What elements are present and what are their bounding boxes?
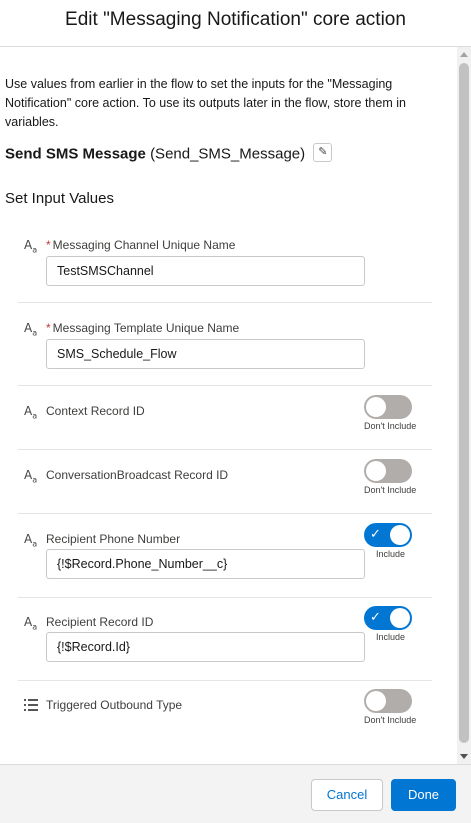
input-row-channel: Aa * Messaging Channel Unique Name TestSM… [0,227,432,303]
text-type-icon: Aa [24,321,38,338]
action-label: Send SMS Message [5,145,146,163]
text-type-icon: Aa [24,468,38,485]
action-title: Send SMS Message (Send_SMS_Message) ✎ [5,143,333,164]
toggle-caption: Include [376,632,406,642]
scrollbar-thumb[interactable] [459,63,469,743]
toggle-knob [366,691,386,711]
toggle-knob [366,397,386,417]
field-label: Triggered Outbound Type [46,698,183,712]
input-row-context-record: Aa Context Record ID Don't Include [0,386,432,450]
action-api-name: (Send_SMS_Message) [150,145,306,163]
check-icon: ✓ [370,527,381,542]
field-label: * Messaging Template Unique Name [46,321,240,335]
input-row-outbound-type: Triggered Outbound Type Don't Include [0,681,432,745]
field-label: ConversationBroadcast Record ID [46,468,229,482]
text-type-icon: Aa [24,615,38,632]
text-type-icon: Aa [24,404,38,421]
modal-body: Use values from earlier in the flow to s… [0,47,471,764]
scroll-up-icon[interactable] [460,52,468,57]
done-button[interactable]: Done [391,779,456,811]
input-row-template: Aa * Messaging Template Unique Name SMS_S… [0,303,432,386]
intro-text: Use values from earlier in the flow to s… [5,77,406,129]
include-toggle[interactable] [364,689,412,713]
cancel-button[interactable]: Cancel [311,779,383,811]
toggle-knob [390,525,410,545]
include-toggle[interactable]: ✓ [364,523,412,547]
list-icon [24,699,38,711]
required-marker: * [46,238,51,252]
include-toggle[interactable]: ✓ [364,606,412,630]
toggle-knob [366,461,386,481]
edit-label-button[interactable]: ✎ [313,143,333,162]
toggle-caption: Include [376,549,406,559]
modal-header: Edit "Messaging Notification" core actio… [0,0,471,47]
field-label: * Messaging Channel Unique Name [46,238,236,252]
vertical-scrollbar[interactable] [457,47,471,764]
toggle-caption: Don't Include [364,715,417,725]
recipient-record-input[interactable]: {!$Record.Id} [46,632,365,662]
input-row-broadcast-record: Aa ConversationBroadcast Record ID Don't… [0,450,432,514]
template-name-input[interactable]: SMS_Schedule_Flow [46,339,365,369]
toggle-caption: Don't Include [364,421,417,431]
pencil-icon: ✎ [318,146,328,158]
field-label: Context Record ID [46,404,145,418]
input-row-recipient-phone: Aa Recipient Phone Number ✓ Include {!$R… [0,514,432,598]
include-toggle[interactable] [364,395,412,419]
required-marker: * [46,321,51,335]
section-title: Set Input Values [5,190,114,207]
channel-name-input[interactable]: TestSMSChannel [46,256,365,286]
text-type-icon: Aa [24,238,38,255]
modal-footer: Cancel Done [0,764,471,823]
scroll-down-icon[interactable] [460,754,468,759]
include-toggle[interactable] [364,459,412,483]
toggle-knob [390,608,410,628]
text-type-icon: Aa [24,532,38,549]
input-row-recipient-record: Aa Recipient Record ID ✓ Include {!$Reco… [0,598,432,681]
toggle-caption: Don't Include [364,485,417,495]
check-icon: ✓ [370,610,381,625]
modal-title: Edit "Messaging Notification" core actio… [65,9,406,30]
recipient-phone-input[interactable]: {!$Record.Phone_Number__c} [46,549,365,579]
field-label: Recipient Phone Number [46,532,181,546]
field-label: Recipient Record ID [46,615,154,629]
